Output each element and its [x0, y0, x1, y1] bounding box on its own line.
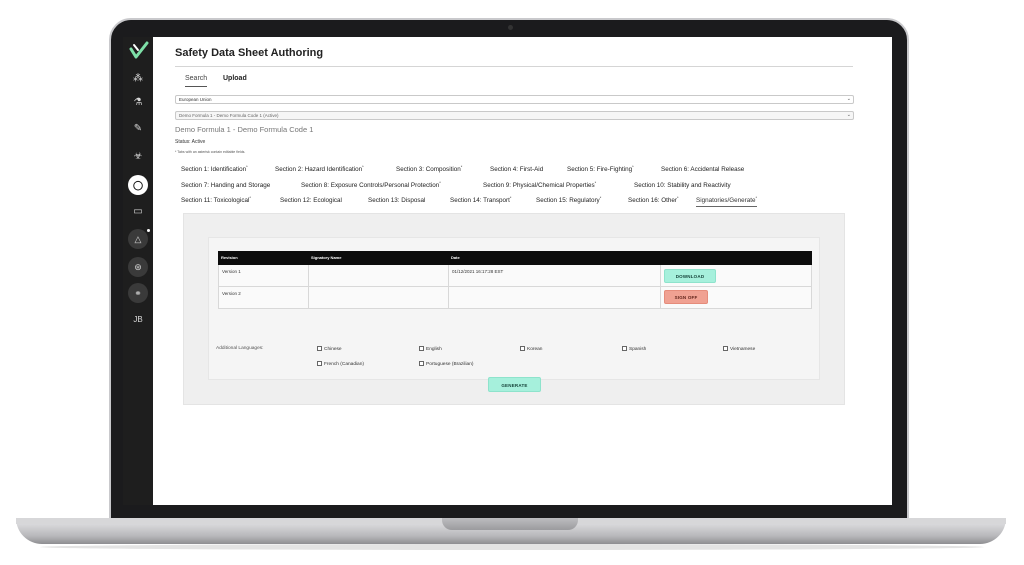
tab-section-2[interactable]: Section 2: Hazard Identification* [275, 164, 364, 173]
generate-button[interactable]: GENERATE [488, 377, 541, 392]
chemistry-icon[interactable]: ⊛ [128, 257, 148, 277]
column-header-date: Date [451, 255, 460, 260]
tab-section-5[interactable]: Section 5: Fire-Fighting* [567, 164, 634, 173]
checkbox-vietnamese[interactable]: Vietnamese [723, 346, 755, 352]
tab-signatories-generate[interactable]: Signatories/Generate* [696, 195, 758, 208]
checkbox-portuguese-brazilian[interactable]: Portuguese (Brazilian) [419, 361, 473, 367]
column-divider [448, 287, 449, 308]
tab-section-10[interactable]: Section 10: Stability and Reactivity [634, 180, 731, 189]
sign-off-button[interactable]: SIGN OFF [664, 290, 708, 304]
user-initials[interactable]: JB [130, 312, 146, 328]
biohazard-icon[interactable]: ☣ [130, 149, 146, 165]
formula-select[interactable]: Demo Formula 1 - Demo Formula Code 1 (Ac… [175, 111, 854, 120]
column-divider [308, 265, 309, 286]
camera [508, 25, 513, 30]
checkbox-box[interactable] [419, 361, 424, 366]
checkbox-english[interactable]: English [419, 346, 442, 352]
revision-cell: Version 2 [222, 291, 241, 296]
checkbox-box[interactable] [317, 361, 322, 366]
tab-section-8[interactable]: Section 8: Exposure Controls/Personal Pr… [301, 180, 441, 189]
revision-cell: Version 1 [222, 269, 241, 274]
screen: ⁂ ⚗ ✎ ☣ ◯ ▭ △ ⊛ ⚭ JB Safety Data Sheet A… [123, 37, 892, 505]
tab-section-14[interactable]: Section 14: Transport* [450, 195, 511, 204]
table-row: Version 2 SIGN OFF [218, 287, 812, 309]
checkbox-french-canadian[interactable]: French (Canadian) [317, 361, 364, 367]
column-header-revision: Revision [221, 255, 238, 260]
tab-section-15[interactable]: Section 15: Regulatory* [536, 195, 601, 204]
network-icon[interactable]: ⁂ [130, 71, 146, 87]
tab-section-3[interactable]: Section 3: Composition* [396, 164, 462, 173]
tab-section-11[interactable]: Section 11: Toxicological* [181, 195, 251, 204]
checkbox-box[interactable] [622, 346, 627, 351]
checkbox-korean[interactable]: Korean [520, 346, 542, 352]
table-row: Version 1 01/12/2021 16:17:28 EST DOWNLO… [218, 265, 812, 287]
checkbox-box[interactable] [520, 346, 525, 351]
tab-upload[interactable]: Upload [223, 73, 247, 87]
additional-languages-label: Additional Languages: [216, 346, 264, 351]
tab-section-9[interactable]: Section 9: Physical/Chemical Properties* [483, 180, 596, 189]
table-header: Revision Signatory Name Date [218, 251, 812, 265]
logo-icon[interactable] [129, 41, 149, 61]
column-header-signatory-name: Signatory Name [311, 255, 342, 260]
formula-title: Demo Formula 1 - Demo Formula Code 1 [175, 125, 314, 134]
chevron-down-icon: ⌄ [846, 112, 851, 118]
column-divider [308, 287, 309, 308]
signatories-card: Revision Signatory Name Date Version 1 0… [208, 237, 820, 392]
chevron-down-icon: ⌄ [846, 96, 851, 102]
checkbox-box[interactable] [317, 346, 322, 351]
date-cell: 01/12/2021 16:17:28 EST [452, 269, 504, 274]
tab-section-6[interactable]: Section 6: Accidental Release [661, 164, 744, 173]
download-button[interactable]: DOWNLOAD [664, 269, 716, 283]
status-text: Status: Active [175, 139, 206, 145]
bell-icon[interactable]: △ [128, 229, 150, 249]
tab-section-13[interactable]: Section 13: Disposal [368, 195, 425, 204]
column-divider [448, 265, 449, 286]
title-divider [175, 66, 853, 67]
tab-search[interactable]: Search [185, 73, 208, 87]
tab-section-1[interactable]: Section 1: Identification* [181, 164, 248, 173]
notification-dot [147, 229, 150, 232]
page-title: Safety Data Sheet Authoring [175, 47, 324, 59]
molecule-icon[interactable]: ⚭ [128, 283, 148, 303]
tab-section-4[interactable]: Section 4: First-Aid [490, 164, 543, 173]
column-divider [660, 287, 661, 308]
column-divider [660, 265, 661, 286]
chat-icon[interactable]: ◯ [128, 175, 148, 195]
flask-icon[interactable]: ⚗ [130, 95, 146, 111]
main-content: Safety Data Sheet Authoring Search Uploa… [175, 37, 855, 505]
checkbox-box[interactable] [419, 346, 424, 351]
laptop-notch [442, 518, 578, 530]
checkbox-box[interactable] [723, 346, 728, 351]
region-select-value: European Union [179, 97, 212, 102]
region-select[interactable]: European Union ⌄ [175, 95, 854, 104]
tab-section-12[interactable]: Section 12: Ecological [280, 195, 342, 204]
tab-section-16[interactable]: Section 16: Other* [628, 195, 679, 204]
checkbox-spanish[interactable]: Spanish [622, 346, 646, 352]
pencil-icon[interactable]: ✎ [130, 121, 146, 137]
tab-section-7[interactable]: Section 7: Handing and Storage [181, 180, 270, 189]
laptop-shadow [40, 544, 984, 550]
asterisk-note: * Tabs with an asterisk contain editable… [175, 150, 246, 154]
sidebar: ⁂ ⚗ ✎ ☣ ◯ ▭ △ ⊛ ⚭ JB [123, 37, 153, 505]
signatories-panel: Revision Signatory Name Date Version 1 0… [183, 213, 845, 405]
formula-select-value: Demo Formula 1 - Demo Formula Code 1 (Ac… [179, 113, 279, 118]
folder-icon[interactable]: ▭ [130, 204, 146, 220]
checkbox-chinese[interactable]: Chinese [317, 346, 342, 352]
